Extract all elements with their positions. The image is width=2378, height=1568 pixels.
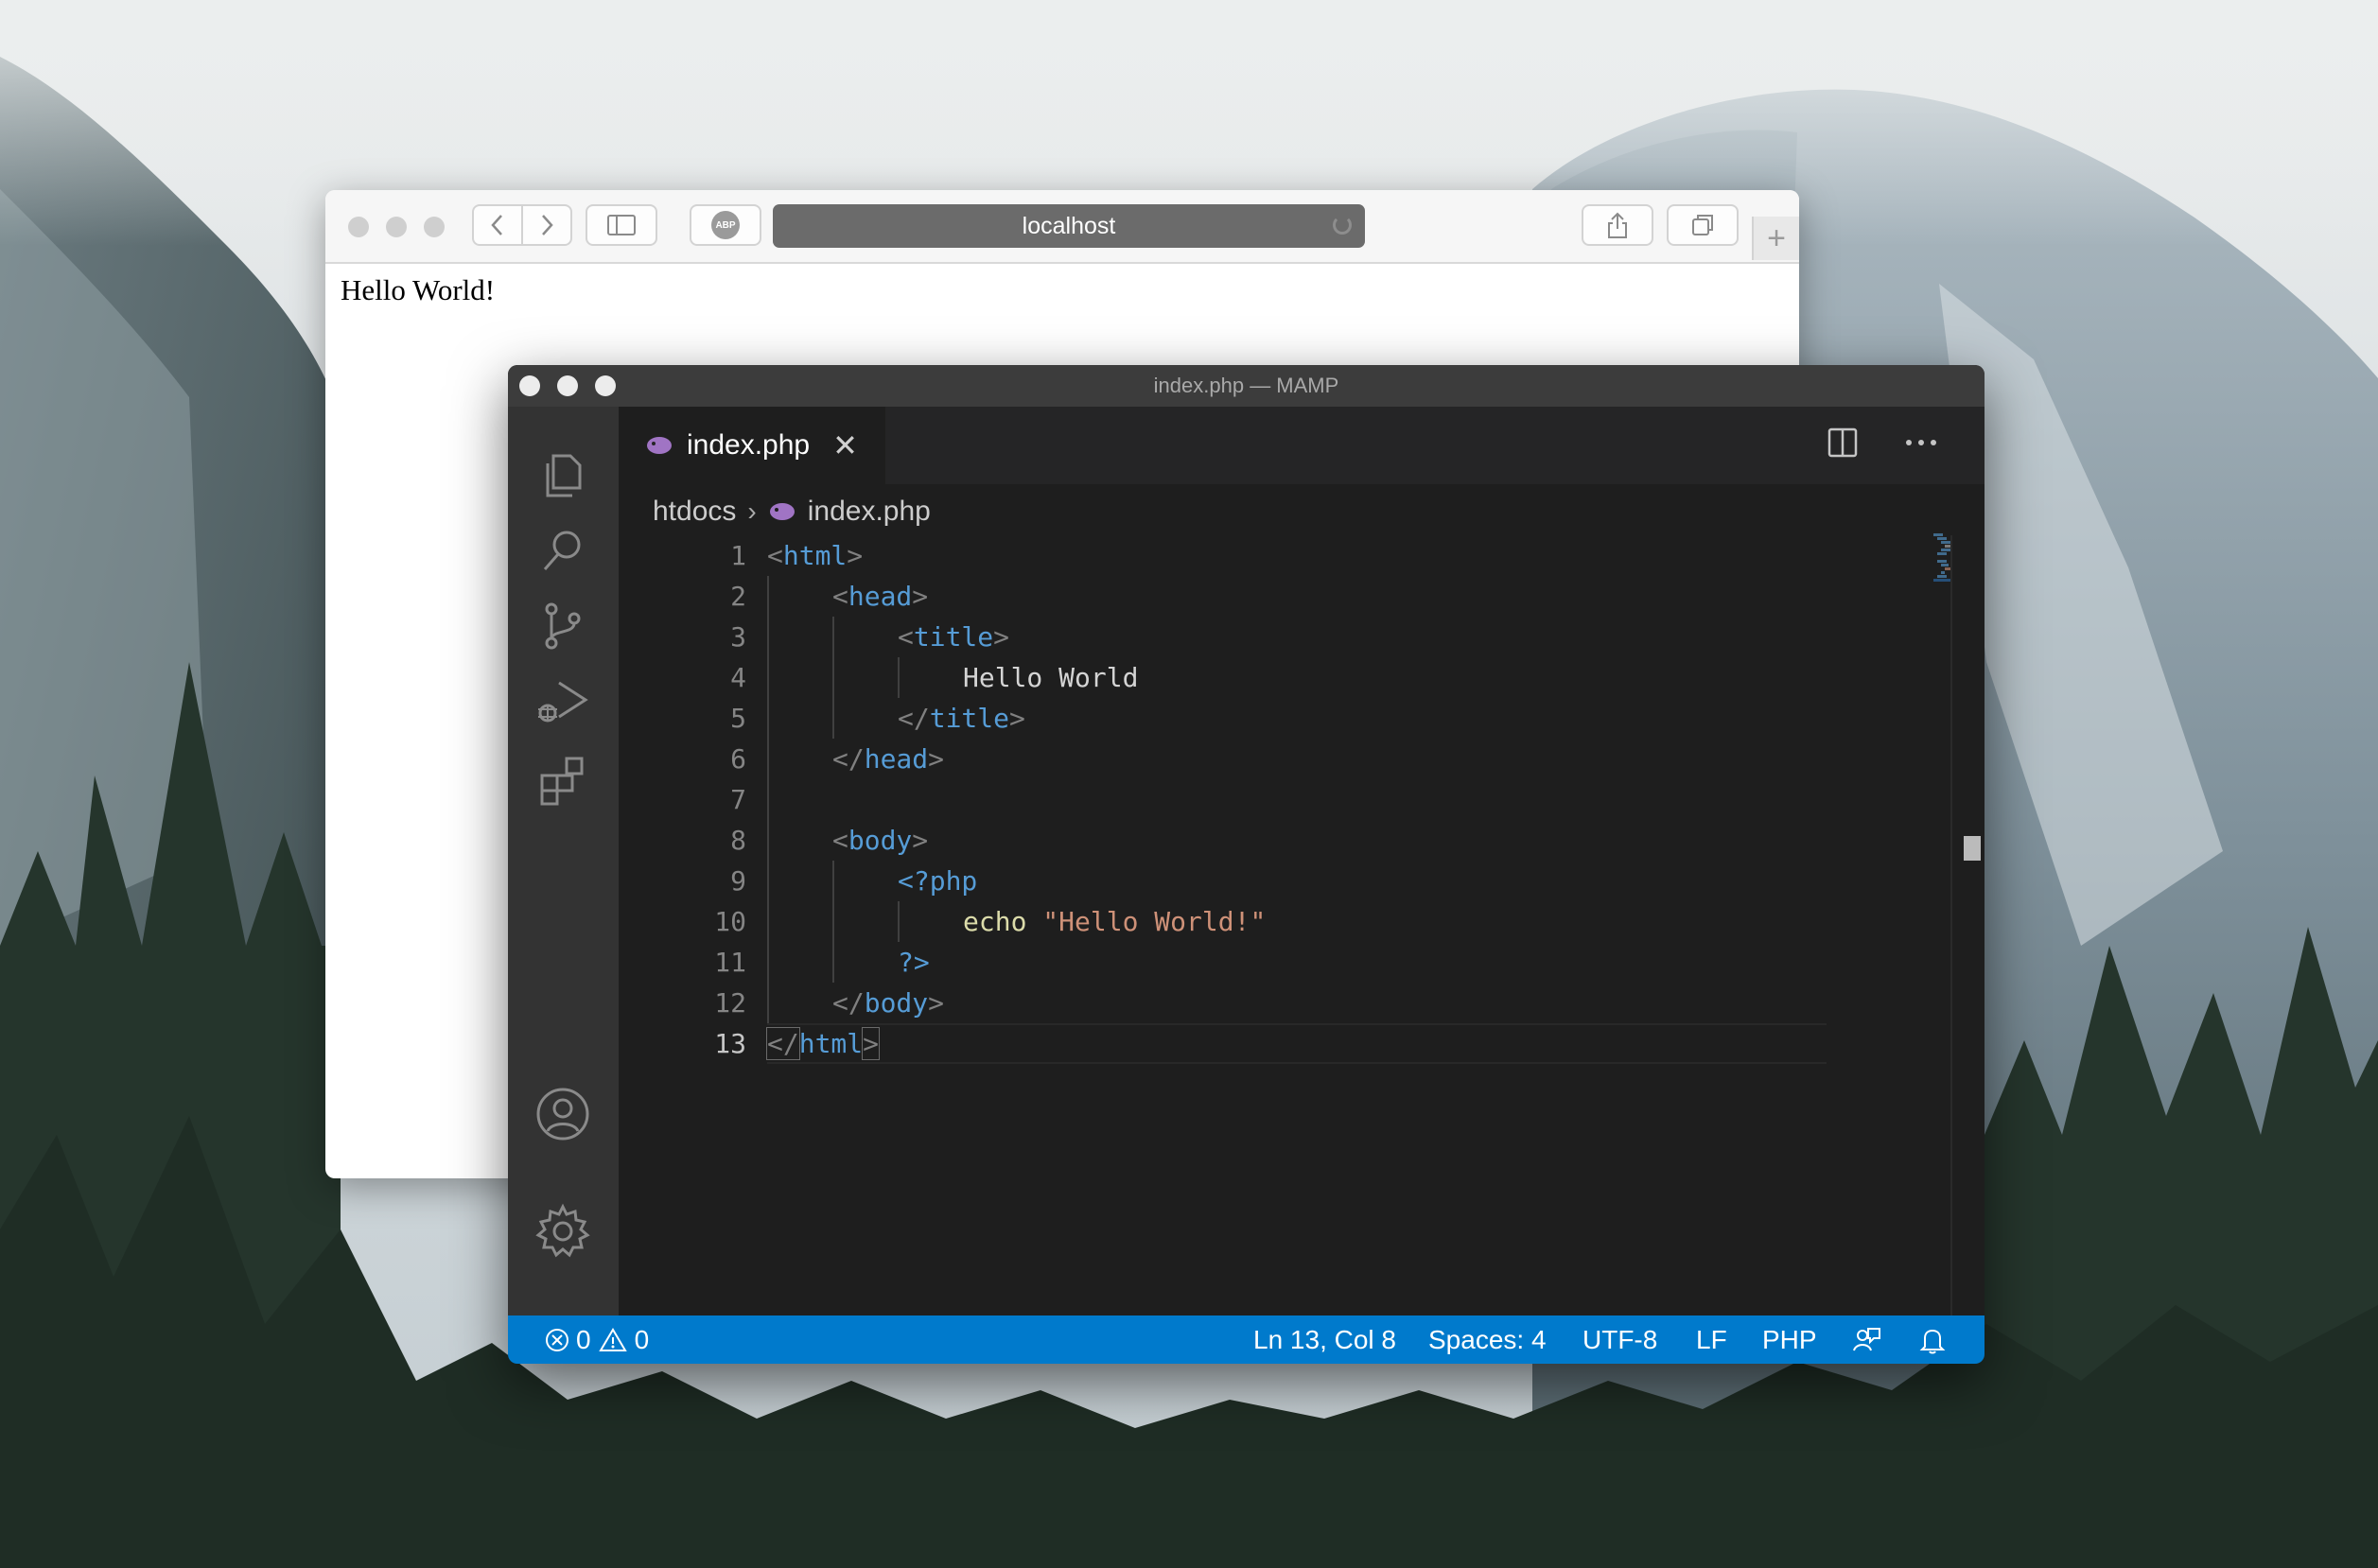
settings-gear-icon[interactable] [533,1201,593,1262]
adblock-label: ABP [715,219,736,231]
encoding-setting[interactable]: UTF-8 [1582,1315,1657,1364]
plus-icon: + [1767,219,1786,256]
window-title: index.php — MAMP [1153,374,1339,397]
zoom-window-button[interactable] [424,217,445,237]
code-line: </html> [766,1027,881,1060]
php-file-icon [647,437,672,454]
notifications-bell-icon[interactable] [1919,1315,1946,1364]
share-icon [1608,212,1627,238]
new-tab-button[interactable]: + [1752,217,1799,260]
tabs-overview-icon [1692,215,1713,235]
minimize-window-button[interactable] [557,375,578,396]
breadcrumb-folder[interactable]: htdocs [653,496,736,528]
adblock-icon: ABP [711,211,740,239]
page-content: Hello World! [341,273,496,306]
adblock-extension-button[interactable]: ABP [690,204,761,246]
error-icon [546,1328,568,1351]
line-number: 2 [730,581,746,612]
address-text: localhost [1022,212,1116,239]
code-line: <?php [898,865,978,897]
show-tabs-button[interactable] [1667,204,1739,246]
title-bar: index.php — MAMP [508,365,1985,407]
warning-count: 0 [634,1324,650,1354]
feedback-icon[interactable] [1851,1315,1881,1364]
chevron-right-icon: › [747,497,757,526]
breadcrumb-file[interactable]: index.php [808,496,931,528]
minimize-window-button[interactable] [386,217,407,237]
current-line-highlight [767,1023,1827,1064]
status-bar: 0 0 Ln 13, Col 8 Spaces: 4 UTF-8 LF PHP [508,1315,1985,1364]
sidebar-icon [607,215,636,235]
scroll-cursor-marker [1964,836,1981,861]
tab-bar: index.php ✕ [619,407,1985,484]
share-button[interactable] [1582,204,1653,246]
line-number: 11 [714,947,746,978]
language-mode[interactable]: PHP [1762,1315,1817,1364]
code-line: Hello World [963,662,1139,693]
safari-toolbar: ABP localhost + [325,190,1799,264]
indentation-setting[interactable]: Spaces: 4 [1428,1315,1547,1364]
line-number: 9 [730,865,746,897]
breadcrumb: htdocs › index.php [653,488,931,535]
close-window-button[interactable] [348,217,369,237]
code-line: ?> [898,947,930,978]
problems-indicator[interactable]: 0 0 [544,1315,649,1364]
code-line: </title> [898,703,1025,734]
accounts-icon[interactable] [533,1084,593,1144]
extensions-icon[interactable] [533,747,593,808]
code-line: <html> [767,540,864,571]
code-line: </body> [832,987,945,1019]
run-debug-icon[interactable] [533,671,593,732]
search-icon[interactable] [533,520,593,581]
chevron-right-icon [542,215,553,235]
warning-icon [598,1327,627,1351]
close-tab-icon[interactable]: ✕ [832,427,858,463]
code-line: <body> [832,825,929,856]
code-line: <title> [898,621,1010,653]
forward-button[interactable] [521,204,572,246]
line-number: 12 [714,987,746,1019]
vscode-window: index.php — MAMP index.php ✕ htdocs › in… [508,365,1985,1364]
sidebar-toggle-button[interactable] [586,204,657,246]
code-line: </head> [832,743,945,775]
chevron-left-icon [491,215,502,235]
tab-label: index.php [687,429,811,461]
error-count: 0 [576,1324,591,1354]
explorer-icon[interactable] [533,444,593,505]
zoom-window-button[interactable] [595,375,616,396]
reload-icon[interactable] [1333,216,1352,235]
address-bar[interactable]: localhost [773,204,1365,248]
code-line: echo "Hello World!" [963,906,1267,937]
split-editor-icon[interactable] [1827,427,1858,458]
line-number: 7 [730,784,746,815]
close-window-button[interactable] [519,375,540,396]
line-number: 6 [730,743,746,775]
cursor-position[interactable]: Ln 13, Col 8 [1253,1315,1396,1364]
line-number-active: 13 [714,1028,746,1059]
line-ending-setting[interactable]: LF [1696,1315,1727,1364]
line-number: 8 [730,825,746,856]
tab-index-php[interactable]: index.php ✕ [619,407,885,484]
editor-actions [1827,427,1937,458]
line-number: 5 [730,703,746,734]
source-control-icon[interactable] [533,596,593,656]
vertical-scrollbar[interactable] [1950,535,1985,1315]
code-editor[interactable]: 1 2 3 4 5 6 7 8 9 10 11 12 13 <html> <he… [619,533,1985,1315]
back-button[interactable] [472,204,523,246]
activity-bar [508,407,619,1315]
code-line: <head> [832,581,929,612]
line-number: 1 [730,540,746,571]
line-number: 10 [714,906,746,937]
line-number: 3 [730,621,746,653]
php-file-icon [769,503,795,520]
line-number: 4 [730,662,746,693]
more-actions-icon[interactable] [1905,438,1937,447]
